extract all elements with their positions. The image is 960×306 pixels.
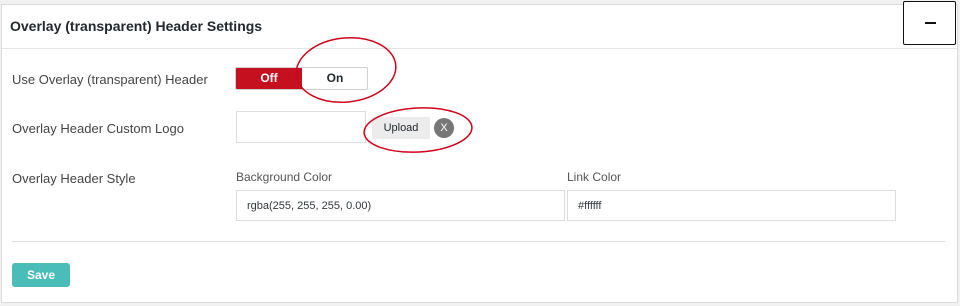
toggle-on-option[interactable]: On <box>302 68 367 89</box>
header-style-label: Overlay Header Style <box>12 171 136 186</box>
toggle-off-option[interactable]: Off <box>236 68 302 89</box>
link-color-input[interactable]: #ffffff <box>567 190 896 221</box>
panel-header: Overlay (transparent) Header Settings <box>2 5 957 49</box>
custom-logo-label: Overlay Header Custom Logo <box>12 121 184 136</box>
divider <box>12 241 945 242</box>
use-overlay-toggle[interactable]: Off On <box>235 67 368 90</box>
collapse-button[interactable] <box>903 1 956 45</box>
background-color-label: Background Color <box>236 170 333 184</box>
save-button[interactable]: Save <box>12 263 70 287</box>
upload-button[interactable]: Upload <box>372 117 430 139</box>
minus-icon <box>925 22 936 24</box>
link-color-label: Link Color <box>567 170 622 184</box>
panel-title: Overlay (transparent) Header Settings <box>10 18 263 34</box>
custom-logo-input[interactable] <box>236 111 366 143</box>
use-overlay-label: Use Overlay (transparent) Header <box>12 72 208 87</box>
clear-logo-button[interactable]: X <box>434 118 454 138</box>
overlay-header-settings-panel: Overlay (transparent) Header Settings <box>1 4 958 303</box>
background-color-input[interactable]: rgba(255, 255, 255, 0.00) <box>236 190 565 221</box>
